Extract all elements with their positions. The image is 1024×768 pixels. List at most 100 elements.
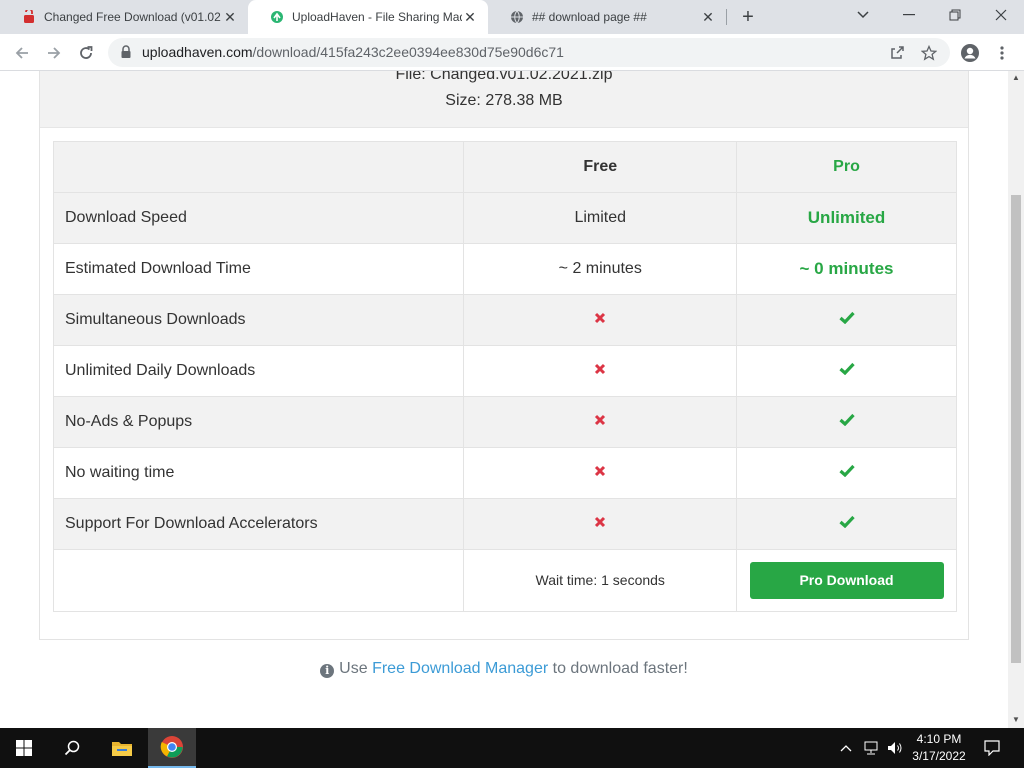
x-mark-icon: [595, 465, 606, 477]
minimize-button[interactable]: [886, 0, 932, 30]
check-icon: [838, 413, 855, 427]
check-icon: [838, 311, 855, 325]
page-viewport: File: Changed.v01.02.2021.zip Size: 278.…: [0, 71, 1008, 728]
browser-toolbar: uploadhaven.com/download/415fa243c2ee039…: [0, 34, 1024, 71]
profile-avatar-icon[interactable]: [956, 39, 984, 67]
free-download-manager-link[interactable]: Free Download Manager: [372, 660, 548, 677]
pro-cell: [736, 396, 957, 448]
url-host: uploadhaven.com: [142, 44, 253, 60]
feature-column-header: [52, 141, 465, 193]
tab-strip: Changed Free Download (v01.02 ✕ UploadHa…: [0, 0, 1024, 34]
table-row: Simultaneous Downloads: [52, 294, 957, 346]
free-column-header: Free: [463, 141, 738, 193]
table-row: No waiting time: [52, 447, 957, 499]
feature-label: Simultaneous Downloads: [52, 294, 465, 346]
page-scrollbar[interactable]: ▲ ▼: [1008, 71, 1024, 728]
lock-icon[interactable]: [120, 45, 132, 59]
windows-taskbar: 4:10 PM 3/17/2022: [0, 728, 1024, 768]
file-size: Size: 278.38 MB: [445, 92, 563, 109]
download-card: File: Changed.v01.02.2021.zip Size: 278.…: [39, 71, 969, 640]
clock-time: 4:10 PM: [916, 732, 962, 746]
forward-arrow-icon[interactable]: [40, 39, 68, 67]
tab-search-chevron-icon[interactable]: [840, 0, 886, 30]
close-icon[interactable]: ✕: [700, 9, 716, 25]
wait-cell: Wait time: 1 seconds: [463, 549, 738, 612]
x-mark-icon: [595, 414, 606, 426]
menu-kebab-icon[interactable]: [988, 39, 1016, 67]
close-icon[interactable]: ✕: [222, 9, 238, 25]
restore-button[interactable]: [932, 0, 978, 30]
feature-label: Estimated Download Time: [52, 243, 465, 295]
close-window-button[interactable]: [978, 0, 1024, 30]
bookmark-star-icon[interactable]: [920, 44, 938, 62]
pro-column-header: Pro: [736, 141, 957, 193]
feature-label: Download Speed: [52, 192, 465, 244]
pro-download-button[interactable]: Pro Download: [749, 562, 944, 599]
table-action-row: Wait time: 1 seconds Pro Download: [52, 549, 957, 612]
share-icon[interactable]: [888, 44, 906, 62]
pro-cell: [736, 345, 957, 397]
address-bar[interactable]: uploadhaven.com/download/415fa243c2ee039…: [108, 38, 950, 67]
free-value: ~ 2 minutes: [463, 243, 738, 295]
free-cell: [463, 345, 738, 397]
check-icon: [838, 362, 855, 376]
table-row: Download Speed Limited Unlimited: [52, 192, 957, 244]
network-icon[interactable]: [860, 728, 882, 768]
back-arrow-icon[interactable]: [8, 39, 36, 67]
notification-icon[interactable]: [976, 728, 1008, 768]
search-icon[interactable]: [48, 728, 96, 768]
pro-value: ~ 0 minutes: [736, 243, 957, 295]
tab-title: ## download page ##: [532, 10, 647, 24]
windows-start-icon[interactable]: [0, 728, 48, 768]
uploadhaven-logo-icon: [270, 10, 284, 24]
reload-icon[interactable]: [72, 39, 100, 67]
x-mark-icon: [595, 516, 606, 528]
url-text: uploadhaven.com/download/415fa243c2ee039…: [142, 44, 564, 60]
system-clock[interactable]: 4:10 PM 3/17/2022: [908, 731, 970, 765]
pro-action-cell: Pro Download: [736, 549, 957, 612]
check-icon: [838, 464, 855, 478]
table-row: Estimated Download Time ~ 2 minutes ~ 0 …: [52, 243, 957, 295]
note-prefix: Use: [339, 660, 368, 677]
file-name: File: Changed.v01.02.2021.zip: [395, 71, 613, 83]
volume-icon[interactable]: [884, 728, 906, 768]
close-icon[interactable]: ✕: [462, 9, 478, 25]
new-tab-button[interactable]: +: [736, 6, 760, 28]
red-download-icon: [22, 10, 36, 24]
chevron-up-icon[interactable]: [836, 728, 856, 768]
free-cell: [463, 498, 738, 550]
wait-time-text: Wait time: 1 seconds: [535, 571, 665, 588]
table-header-row: Free Pro: [52, 141, 957, 193]
table-row: Support For Download Accelerators: [52, 498, 957, 550]
globe-icon: [510, 10, 524, 24]
tab-download-page[interactable]: ## download page ## ✕: [488, 0, 726, 34]
tab-uploadhaven[interactable]: UploadHaven - File Sharing Mad ✕: [248, 0, 488, 34]
table-row: No-Ads & Popups: [52, 396, 957, 448]
scroll-up-arrow-icon[interactable]: ▲: [1012, 73, 1020, 82]
pro-cell: [736, 447, 957, 499]
feature-label: No waiting time: [52, 447, 465, 499]
scroll-down-arrow-icon[interactable]: ▼: [1012, 715, 1020, 724]
url-path: /download/415fa243c2ee0394ee830d75e90d6c…: [252, 44, 564, 60]
free-cell: [463, 294, 738, 346]
chrome-taskbar-icon[interactable]: [148, 728, 196, 768]
file-explorer-icon[interactable]: [98, 728, 146, 768]
tab-changed-free-download[interactable]: Changed Free Download (v01.02 ✕: [0, 0, 248, 34]
feature-label: Support For Download Accelerators: [52, 498, 465, 550]
clock-date: 3/17/2022: [912, 749, 966, 763]
note-suffix: to download faster!: [552, 660, 688, 677]
check-icon: [838, 515, 855, 529]
empty-cell: [52, 549, 465, 612]
feature-label: Unlimited Daily Downloads: [52, 345, 465, 397]
free-cell: [463, 447, 738, 499]
pro-value: Unlimited: [736, 192, 957, 244]
tab-title: UploadHaven - File Sharing Mad: [292, 10, 462, 24]
pro-cell: [736, 498, 957, 550]
info-circle-icon: i: [320, 664, 335, 678]
scrollbar-thumb[interactable]: [1011, 195, 1021, 663]
x-mark-icon: [595, 312, 606, 324]
free-value: Limited: [463, 192, 738, 244]
plan-comparison-table: Free Pro Download Speed Limited Unlimite…: [52, 141, 957, 612]
feature-label: No-Ads & Popups: [52, 396, 465, 448]
tab-title: Changed Free Download (v01.02: [44, 10, 221, 24]
